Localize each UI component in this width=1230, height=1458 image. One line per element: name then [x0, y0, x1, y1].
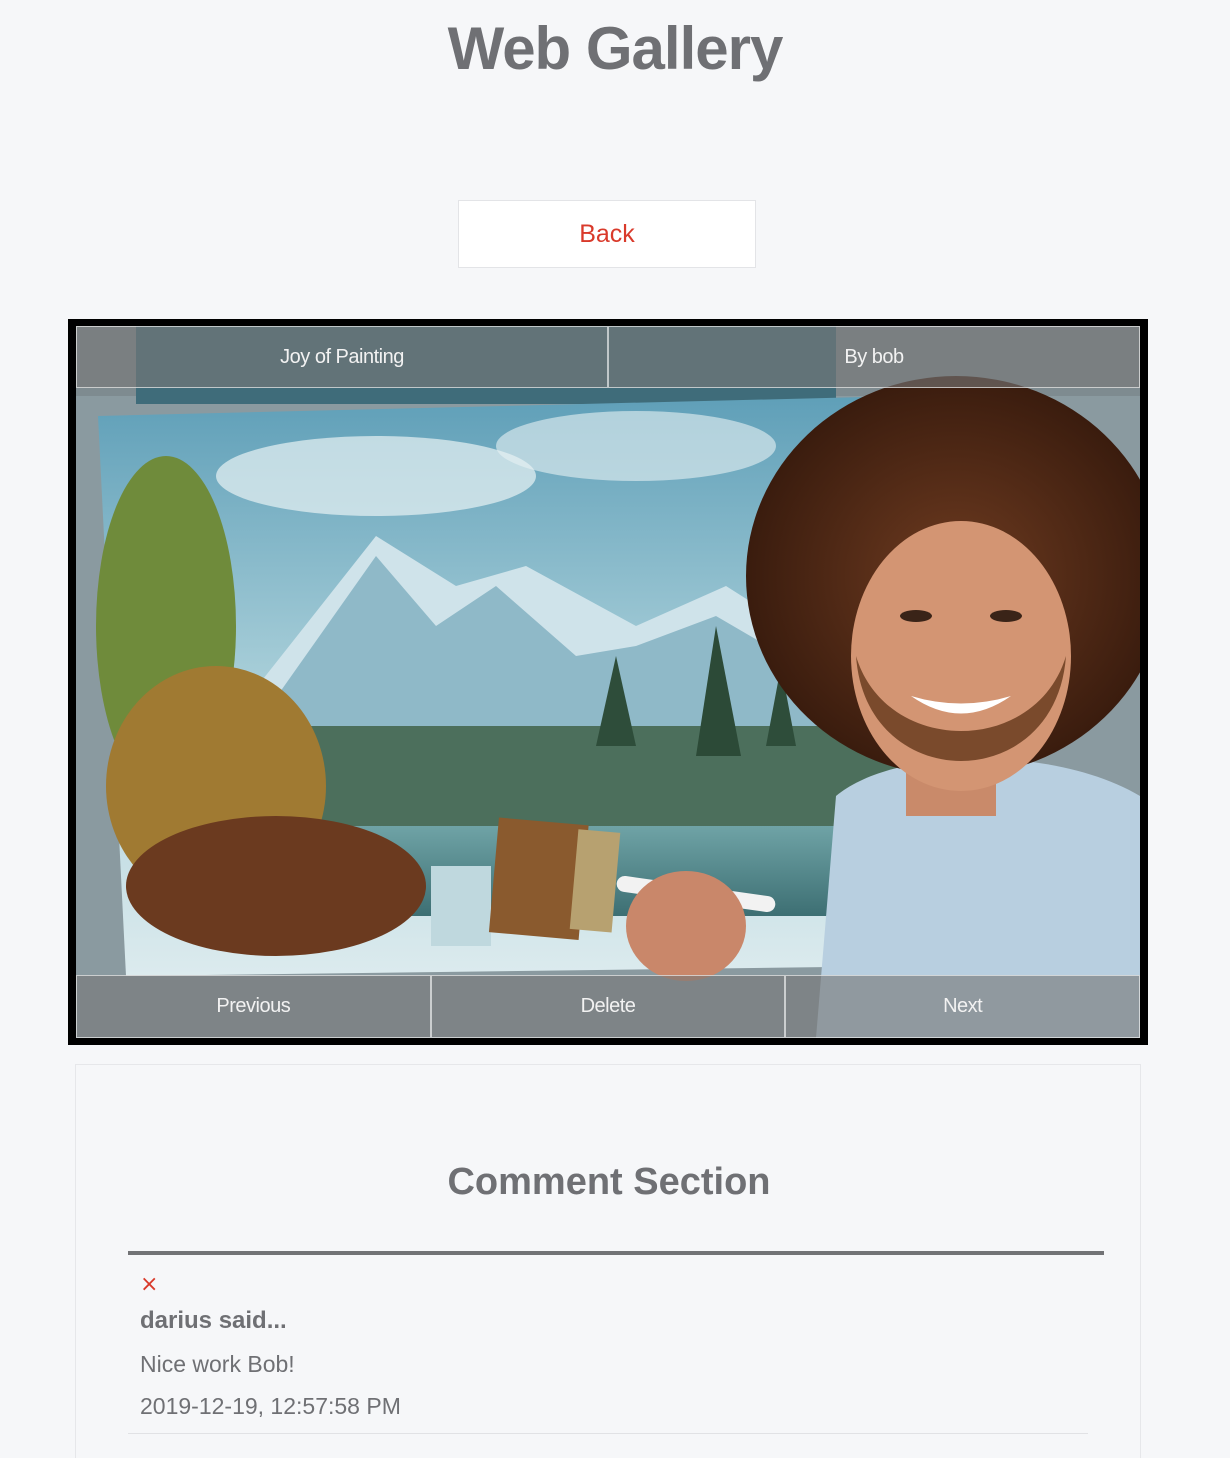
image-controls: Previous Delete Next — [76, 975, 1140, 1038]
page-title: Web Gallery — [447, 15, 784, 82]
gallery-image: Joy of Painting By bob Previous Delete N… — [76, 326, 1140, 1038]
comment-item: × darius said... Nice work Bob! 2019-12-… — [128, 1265, 1088, 1434]
next-button[interactable]: Next — [785, 975, 1140, 1038]
previous-button[interactable]: Previous — [76, 975, 431, 1038]
image-author: By bob — [608, 326, 1140, 388]
painting-illustration — [76, 326, 1140, 1038]
back-button[interactable]: Back — [458, 200, 756, 268]
image-viewer: Joy of Painting By bob Previous Delete N… — [68, 319, 1148, 1045]
image-info-bar: Joy of Painting By bob — [76, 326, 1140, 388]
comment-text: Nice work Bob! — [140, 1351, 295, 1377]
comment-section-title: Comment Section — [447, 1161, 771, 1203]
divider — [128, 1251, 1104, 1255]
delete-image-button[interactable]: Delete — [430, 975, 786, 1038]
comment-section: Comment Section × darius said... Nice wo… — [75, 1064, 1141, 1458]
page: Web Gallery Back Joy of Painting By bob … — [0, 0, 1230, 1458]
delete-comment-icon[interactable]: × — [140, 1273, 158, 1297]
image-title: Joy of Painting — [76, 326, 608, 388]
comment-author: darius said... — [140, 1307, 287, 1334]
comment-timestamp: 2019-12-19, 12:57:58 PM — [140, 1393, 401, 1419]
